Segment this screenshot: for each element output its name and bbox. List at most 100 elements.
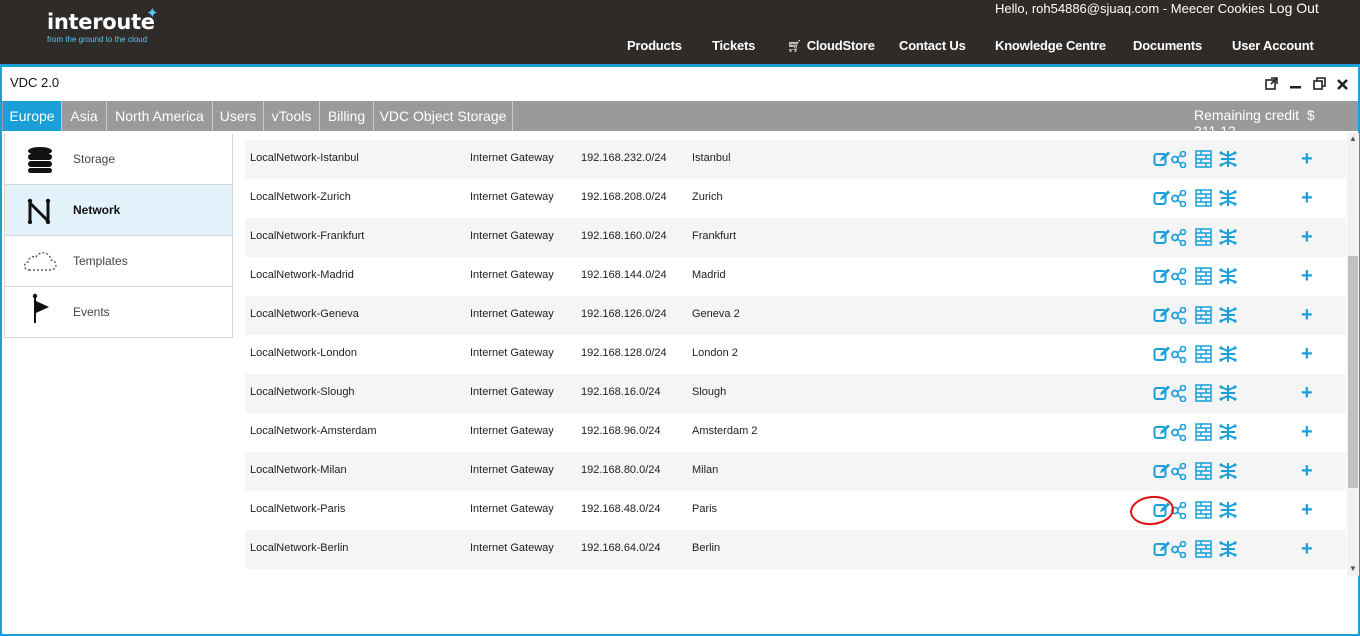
restore-icon[interactable] <box>1313 77 1326 90</box>
scrollbar-thumb[interactable] <box>1348 256 1358 488</box>
tab-vtools[interactable]: vTools <box>264 101 320 131</box>
add-icon[interactable]: + <box>1301 187 1313 210</box>
edit-icon[interactable] <box>1153 267 1171 285</box>
network-row[interactable]: LocalNetwork-Berlin Internet Gateway 192… <box>245 530 1346 569</box>
share-icon[interactable] <box>1171 268 1187 285</box>
sidebar-item-network[interactable]: Network <box>4 185 233 236</box>
network-topology-icon[interactable] <box>1219 423 1237 441</box>
share-icon[interactable] <box>1171 541 1187 558</box>
network-name: LocalNetwork-Milan <box>250 464 347 476</box>
network-topology-icon[interactable] <box>1219 345 1237 363</box>
logout-link[interactable]: Log Out <box>1269 0 1319 16</box>
nav-user-account[interactable]: User Account <box>1232 37 1314 53</box>
share-icon[interactable] <box>1171 307 1187 324</box>
add-icon[interactable]: + <box>1301 226 1313 249</box>
firewall-icon[interactable] <box>1195 306 1212 324</box>
popout-icon[interactable] <box>1265 77 1278 90</box>
add-icon[interactable]: + <box>1301 499 1313 522</box>
nav-tickets[interactable]: Tickets <box>712 37 755 53</box>
edit-icon[interactable] <box>1153 540 1171 558</box>
network-name: LocalNetwork-Madrid <box>250 269 354 281</box>
edit-icon[interactable] <box>1153 189 1171 207</box>
network-row[interactable]: LocalNetwork-Amsterdam Internet Gateway … <box>245 413 1346 452</box>
firewall-icon[interactable] <box>1195 423 1212 441</box>
network-row[interactable]: LocalNetwork-Milan Internet Gateway 192.… <box>245 452 1346 491</box>
edit-icon[interactable] <box>1153 462 1171 480</box>
interoute-logo[interactable]: interoute from the ground to the cloud ✦ <box>47 5 159 44</box>
firewall-icon[interactable] <box>1195 150 1212 168</box>
tab-asia[interactable]: Asia <box>62 101 107 131</box>
edit-icon[interactable] <box>1153 150 1171 168</box>
tab-billing[interactable]: Billing <box>320 101 374 131</box>
network-row[interactable]: LocalNetwork-Zurich Internet Gateway 192… <box>245 179 1346 218</box>
network-topology-icon[interactable] <box>1219 462 1237 480</box>
edit-icon[interactable] <box>1153 306 1171 324</box>
nav-documents[interactable]: Documents <box>1133 37 1202 53</box>
nav-products[interactable]: Products <box>627 37 682 53</box>
network-row[interactable]: LocalNetwork-Paris Internet Gateway 192.… <box>245 491 1346 530</box>
nav-contact-us[interactable]: Contact Us <box>899 37 966 53</box>
firewall-icon[interactable] <box>1195 501 1212 519</box>
scroll-down-icon[interactable]: ▼ <box>1349 564 1357 573</box>
edit-icon[interactable] <box>1153 345 1171 363</box>
add-icon[interactable]: + <box>1301 265 1313 288</box>
network-topology-icon[interactable] <box>1219 501 1237 519</box>
network-row[interactable]: LocalNetwork-Slough Internet Gateway 192… <box>245 374 1346 413</box>
add-icon[interactable]: + <box>1301 148 1313 171</box>
network-row[interactable]: LocalNetwork-Istanbul Internet Gateway 1… <box>245 140 1346 179</box>
sidebar-item-storage[interactable]: Storage <box>4 134 233 185</box>
network-topology-icon[interactable] <box>1219 267 1237 285</box>
add-icon[interactable]: + <box>1301 538 1313 561</box>
network-topology-icon[interactable] <box>1219 540 1237 558</box>
network-cidr: 192.168.232.0/24 <box>581 152 667 164</box>
network-cidr: 192.168.16.0/24 <box>581 386 661 398</box>
scroll-up-icon[interactable]: ▲ <box>1349 134 1357 143</box>
sidebar-item-templates[interactable]: Templates <box>4 236 233 287</box>
edit-icon[interactable] <box>1153 228 1171 246</box>
firewall-icon[interactable] <box>1195 267 1212 285</box>
network-topology-icon[interactable] <box>1219 150 1237 168</box>
network-name: LocalNetwork-Amsterdam <box>250 425 377 437</box>
network-topology-icon[interactable] <box>1219 228 1237 246</box>
edit-icon[interactable] <box>1153 384 1171 402</box>
share-icon[interactable] <box>1171 463 1187 480</box>
close-icon[interactable] <box>1336 78 1349 91</box>
tab-north-america[interactable]: North America <box>107 101 213 131</box>
tab-users[interactable]: Users <box>213 101 264 131</box>
share-icon[interactable] <box>1171 190 1187 207</box>
share-icon[interactable] <box>1171 424 1187 441</box>
add-icon[interactable]: + <box>1301 460 1313 483</box>
network-zone: Geneva 2 <box>692 308 740 320</box>
network-row[interactable]: LocalNetwork-Geneva Internet Gateway 192… <box>245 296 1346 335</box>
tab-europe[interactable]: Europe <box>3 101 62 131</box>
network-name: LocalNetwork-Istanbul <box>250 152 359 164</box>
firewall-icon[interactable] <box>1195 345 1212 363</box>
share-icon[interactable] <box>1171 346 1187 363</box>
firewall-icon[interactable] <box>1195 540 1212 558</box>
firewall-icon[interactable] <box>1195 189 1212 207</box>
network-row[interactable]: LocalNetwork-Madrid Internet Gateway 192… <box>245 257 1346 296</box>
nav-cloudstore[interactable]: 🛒︎ CloudStore <box>787 37 875 53</box>
edit-icon[interactable] <box>1153 423 1171 441</box>
add-icon[interactable]: + <box>1301 421 1313 444</box>
network-topology-icon[interactable] <box>1219 189 1237 207</box>
network-row[interactable]: LocalNetwork-London Internet Gateway 192… <box>245 335 1346 374</box>
firewall-icon[interactable] <box>1195 228 1212 246</box>
firewall-icon[interactable] <box>1195 462 1212 480</box>
add-icon[interactable]: + <box>1301 304 1313 327</box>
sidebar-item-events[interactable]: Events <box>4 287 233 338</box>
tab-vdc-object-storage[interactable]: VDC Object Storage <box>374 101 513 131</box>
network-topology-icon[interactable] <box>1219 384 1237 402</box>
nav-knowledge-centre[interactable]: Knowledge Centre <box>995 37 1106 53</box>
remaining-credit: Remaining credit $ 211.12 <box>1194 107 1360 139</box>
share-icon[interactable] <box>1171 385 1187 402</box>
firewall-icon[interactable] <box>1195 384 1212 402</box>
share-icon[interactable] <box>1171 151 1187 168</box>
network-name: LocalNetwork-Frankfurt <box>250 230 365 242</box>
minimize-icon[interactable] <box>1289 77 1302 90</box>
network-topology-icon[interactable] <box>1219 306 1237 324</box>
network-row[interactable]: LocalNetwork-Frankfurt Internet Gateway … <box>245 218 1346 257</box>
add-icon[interactable]: + <box>1301 343 1313 366</box>
share-icon[interactable] <box>1171 229 1187 246</box>
add-icon[interactable]: + <box>1301 382 1313 405</box>
